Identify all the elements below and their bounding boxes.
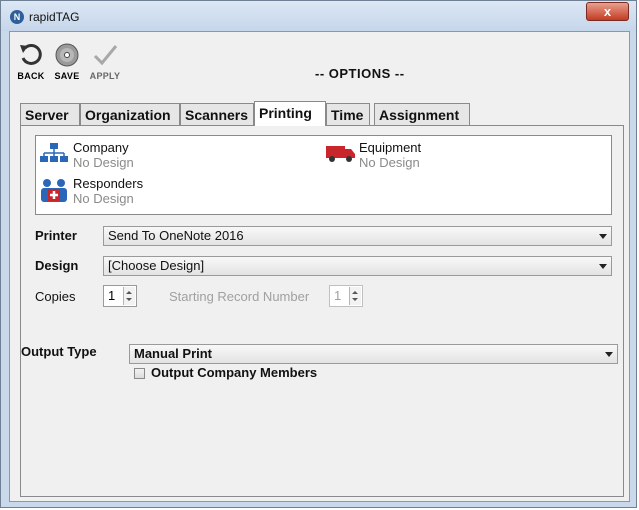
org-chart-icon [40, 143, 68, 162]
copies-label: Copies [35, 289, 76, 304]
company-design-status: No Design [73, 155, 134, 170]
printer-label: Printer [35, 228, 77, 243]
back-button[interactable]: BACK [13, 42, 49, 92]
design-item-company[interactable]: Company No Design [40, 140, 190, 176]
output-type-select[interactable]: Manual Print [129, 344, 618, 364]
printing-panel: Company No Design Equipment No Design Re… [20, 125, 624, 497]
close-button[interactable]: x [586, 2, 629, 21]
printer-value: Send To OneNote 2016 [108, 228, 244, 243]
truck-icon [326, 146, 355, 162]
starting-record-spin-buttons[interactable] [349, 287, 361, 305]
equipment-design-status: No Design [359, 155, 420, 170]
tab-organization[interactable]: Organization [80, 103, 180, 125]
chevron-down-icon [599, 264, 607, 269]
output-type-value: Manual Print [134, 346, 213, 361]
tab-assignment[interactable]: Assignment [374, 103, 470, 125]
back-label: BACK [17, 71, 45, 81]
options-client-area: BACK SAVE APPLY -- OPTIONS -- Server Org [9, 31, 630, 502]
printer-select[interactable]: Send To OneNote 2016 [103, 226, 612, 246]
chevron-down-icon [605, 352, 613, 357]
spin-up-icon [126, 291, 132, 294]
design-label: Design [35, 258, 79, 273]
save-label: SAVE [54, 71, 80, 81]
design-item-responders[interactable]: Responders No Design [40, 176, 190, 212]
save-button[interactable]: SAVE [49, 42, 85, 92]
apply-label: APPLY [89, 71, 121, 81]
design-list: Company No Design Equipment No Design Re… [35, 135, 612, 215]
tab-printing[interactable]: Printing [254, 101, 326, 126]
output-members-label: Output Company Members [151, 365, 318, 380]
toolbar: BACK SAVE APPLY -- OPTIONS -- [10, 32, 629, 100]
responders-design-name: Responders [73, 176, 144, 191]
tab-server[interactable]: Server [20, 103, 80, 125]
tab-scanners[interactable]: Scanners [180, 103, 254, 125]
company-design-name: Company [73, 140, 129, 155]
disc-icon [55, 43, 79, 67]
output-type-label: Output Type [21, 344, 97, 359]
spin-down-icon [352, 298, 358, 301]
window-title: rapidTAG [29, 10, 80, 24]
tab-time[interactable]: Time [326, 103, 370, 125]
spin-down-icon [126, 298, 132, 301]
title-bar: N rapidTAG x [1, 1, 636, 31]
apply-button[interactable]: APPLY [87, 42, 123, 92]
responders-design-status: No Design [73, 191, 134, 206]
responders-icon [41, 179, 67, 202]
options-heading: -- OPTIONS -- [315, 66, 405, 81]
chevron-down-icon [599, 234, 607, 239]
output-members-checkbox[interactable] [134, 368, 145, 379]
copies-stepper[interactable]: 1 [103, 285, 137, 307]
starting-record-value: 1 [334, 288, 342, 303]
app-window: N rapidTAG x BACK SAVE APPLY -- OPTIONS … [0, 0, 637, 508]
design-item-equipment[interactable]: Equipment No Design [326, 140, 476, 176]
equipment-design-name: Equipment [359, 140, 422, 155]
design-select[interactable]: [Choose Design] [103, 256, 612, 276]
back-arrow-icon [20, 43, 42, 65]
starting-record-label: Starting Record Number [169, 289, 310, 304]
copies-value: 1 [108, 288, 116, 303]
copies-spin-buttons[interactable] [123, 287, 135, 305]
checkmark-icon [93, 45, 118, 66]
spin-up-icon [352, 291, 358, 294]
starting-record-stepper[interactable]: 1 [329, 285, 363, 307]
rapidtag-app-icon: N [10, 10, 24, 24]
design-value: [Choose Design] [108, 258, 205, 273]
window-left-border [1, 31, 9, 502]
